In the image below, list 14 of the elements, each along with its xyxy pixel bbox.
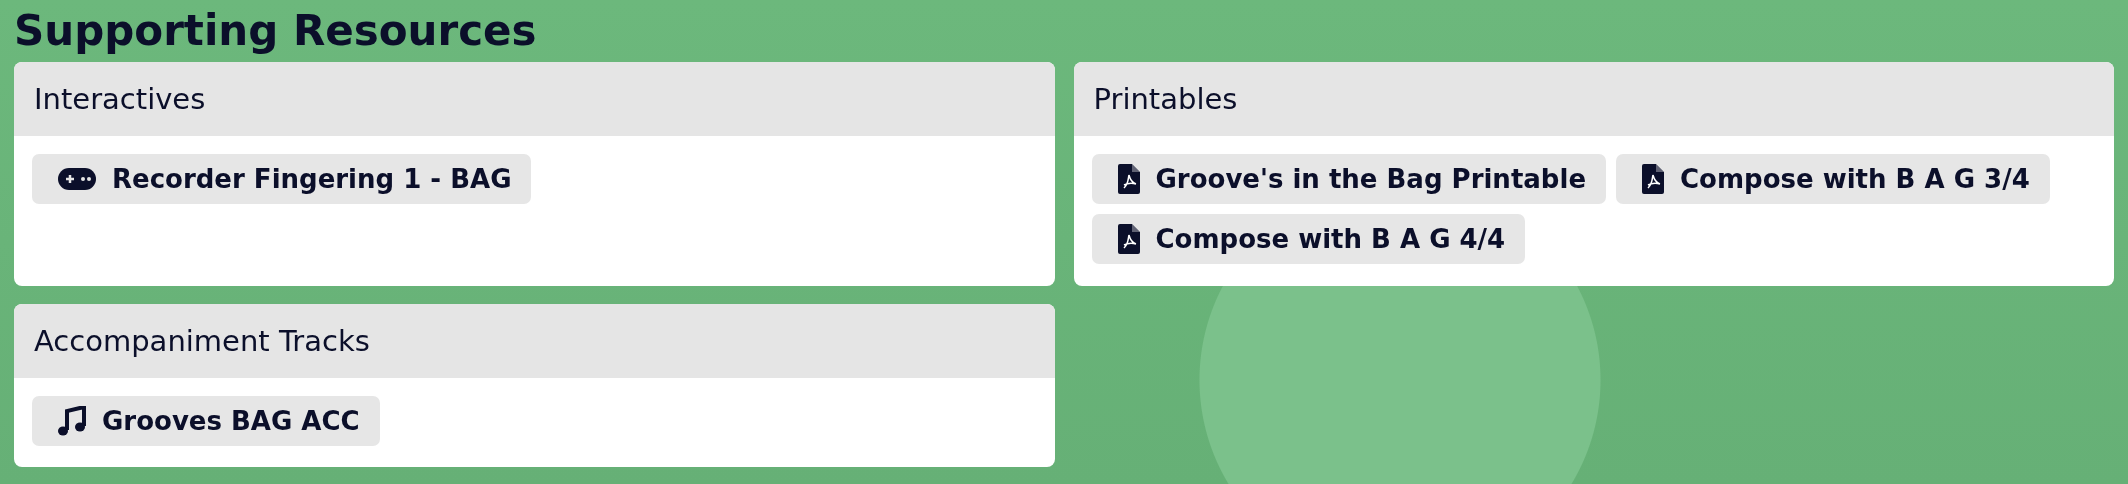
music-note-icon [58,406,86,436]
resource-link[interactable]: Grooves BAG ACC [32,396,380,446]
page-title: Supporting Resources [14,5,538,57]
pdf-file-icon [1117,224,1140,254]
pdf-file-icon [1117,164,1140,194]
resource-link[interactable]: Compose with B A G 4/4 [1091,214,1526,264]
resource-link[interactable]: Compose with B A G 3/4 [1616,154,2050,204]
gamepad-icon [58,168,96,190]
resource-link[interactable]: Groove's in the Bag Printable [1091,154,1606,204]
card-heading: Accompaniment Tracks [14,304,1055,378]
pdf-file-icon [1642,164,1664,194]
resource-link[interactable]: Recorder Fingering 1 - BAG [32,154,532,204]
card-heading: Interactives [14,62,1055,136]
card-heading: Printables [1073,62,2114,136]
